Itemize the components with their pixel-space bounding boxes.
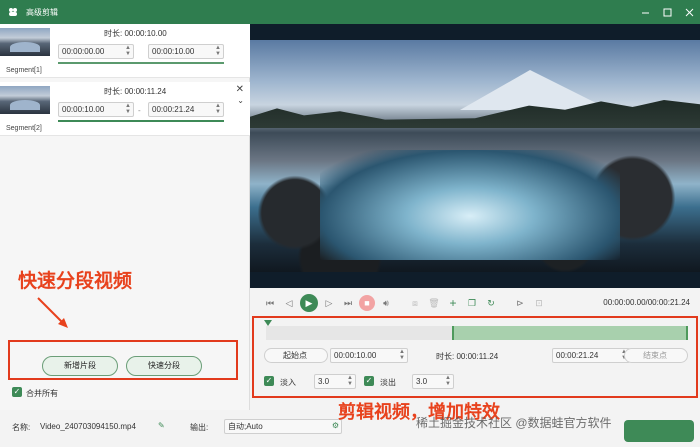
- trim-selection[interactable]: [452, 326, 688, 340]
- segment-thumbnail: [0, 86, 50, 114]
- mark-in-icon[interactable]: ⊳: [512, 295, 528, 311]
- annotation-arrow-icon: [37, 297, 68, 328]
- segment-panel: Segment[1] 时长: 00:00:10.00 00:00:00.00 ▲…: [0, 24, 250, 410]
- stop-button[interactable]: ■: [359, 295, 375, 311]
- spinner-icon[interactable]: ▲▼: [125, 103, 131, 115]
- end-time-field[interactable]: 00:00:21.24 ▲▼: [552, 348, 630, 363]
- spinner-icon[interactable]: ▲▼: [215, 45, 221, 57]
- video-preview[interactable]: [250, 24, 700, 288]
- fade-in-checkbox[interactable]: ✓: [264, 376, 274, 386]
- trim-editor: 起始点 00:00:10.00 ▲ ▼ 时长: 00:00:11.24 00:00…: [252, 316, 698, 396]
- delete-segment-icon[interactable]: ✕: [236, 84, 244, 95]
- segment-row[interactable]: Segment[2] 时长: 00:00:11.24 00:00:10.00 ▲…: [0, 82, 250, 136]
- duration-label: 时长:: [104, 29, 123, 38]
- spinner-icon[interactable]: ▲▼: [399, 349, 405, 361]
- segment-end-field[interactable]: 00:00:21.24 ▲ ▼: [148, 102, 224, 117]
- duration-label: 时长:: [436, 352, 455, 361]
- quick-split-button[interactable]: 快速分段: [126, 356, 202, 376]
- bottom-bar: 名称: Video_240703094150.mp4 ✎ 输出: 自动;Auto…: [0, 402, 700, 447]
- segment-progress-bar: [58, 62, 224, 64]
- fade-in-label: 淡入: [280, 378, 296, 387]
- output-label: 输出:: [190, 423, 209, 432]
- mark-out-icon[interactable]: ⊡: [531, 295, 547, 311]
- segment-duration: 00:00:10.00: [124, 29, 167, 38]
- segment-start-field[interactable]: 00:00:00.00 ▲ ▼: [58, 44, 134, 59]
- new-segment-button[interactable]: 新增片段: [42, 356, 118, 376]
- duration-value: 00:00:11.24: [456, 352, 499, 361]
- reset-icon[interactable]: ↻: [483, 295, 499, 311]
- edit-name-icon[interactable]: ✎: [158, 421, 165, 430]
- playhead-icon[interactable]: [264, 320, 272, 326]
- spinner-icon[interactable]: ▲▼: [445, 375, 451, 387]
- fade-out-label: 淡出: [380, 378, 396, 387]
- start-time-field[interactable]: 00:00:10.00 ▲ ▼: [330, 348, 408, 363]
- maximize-icon[interactable]: [656, 0, 678, 24]
- segment-duration: 00:00:11.24: [124, 87, 167, 96]
- trash-icon[interactable]: 🗑︎: [426, 295, 442, 311]
- chevron-down-icon[interactable]: ⌄: [237, 96, 244, 105]
- merge-all-label: 合并所有: [26, 389, 58, 398]
- close-icon[interactable]: [678, 0, 700, 24]
- spinner-icon[interactable]: ▲▼: [215, 103, 221, 115]
- water-shape: [320, 150, 620, 260]
- segment-end-field[interactable]: 00:00:10.00 ▲ ▼: [148, 44, 224, 59]
- playback-controls: ⏮ ◁ ▶ ▷ ⏭ ■ 🔊︎ ⧈ 🗑︎ + ❐ ↻ ⊳ ⊡ 00:00:00.0…: [250, 292, 700, 314]
- fade-in-field[interactable]: 3.0 ▲ ▼: [314, 374, 356, 389]
- segment-progress-bar: [58, 120, 224, 122]
- annotation-text: 快速分段视频: [18, 271, 133, 292]
- app-logo-icon: [4, 3, 22, 21]
- name-label: 名称:: [12, 423, 31, 432]
- skip-start-icon[interactable]: ⏮: [262, 295, 278, 311]
- file-name: Video_240703094150.mp4: [40, 422, 136, 431]
- split-icon[interactable]: ⧈: [407, 295, 423, 311]
- end-point-button[interactable]: 结束点: [624, 348, 688, 363]
- segment-thumbnail: [0, 28, 50, 56]
- merge-all-checkbox[interactable]: ✓: [12, 387, 22, 397]
- segment-start-field[interactable]: 00:00:10.00 ▲ ▼: [58, 102, 134, 117]
- video-frame: [250, 40, 700, 272]
- title-bar: 高级剪辑: [0, 0, 700, 24]
- fade-out-checkbox[interactable]: ✓: [364, 376, 374, 386]
- skip-end-icon[interactable]: ⏭: [340, 295, 356, 311]
- segment-label: Segment[2]: [6, 125, 42, 132]
- segment-row[interactable]: Segment[1] 时长: 00:00:10.00 00:00:00.00 ▲…: [0, 24, 250, 78]
- fade-out-field[interactable]: 3.0 ▲ ▼: [412, 374, 454, 389]
- segment-label: Segment[1]: [6, 67, 42, 74]
- range-separator: -: [138, 106, 141, 115]
- volume-icon[interactable]: 🔊︎: [378, 295, 394, 311]
- minimize-icon[interactable]: [634, 0, 656, 24]
- window-title: 高级剪辑: [26, 7, 58, 17]
- spinner-icon[interactable]: ▲▼: [347, 375, 353, 387]
- export-button[interactable]: [624, 420, 694, 442]
- duration-label: 时长:: [104, 87, 123, 96]
- mountain-shape: [460, 70, 610, 110]
- output-select[interactable]: 自动;Auto ⚙: [224, 419, 342, 434]
- start-point-button[interactable]: 起始点: [264, 348, 328, 363]
- play-button[interactable]: ▶: [300, 294, 318, 312]
- trim-timeline[interactable]: [264, 320, 688, 340]
- time-readout: 00:00:00.00/00:00:21.24: [603, 298, 690, 307]
- spinner-icon[interactable]: ▲▼: [125, 45, 131, 57]
- add-icon[interactable]: +: [445, 295, 461, 311]
- step-forward-icon[interactable]: ▷: [321, 295, 337, 311]
- watermark-text: 稀土掘金技术社区 @数据蛙官方软件: [416, 416, 612, 430]
- copy-icon[interactable]: ❐: [464, 295, 480, 311]
- step-back-icon[interactable]: ◁: [281, 295, 297, 311]
